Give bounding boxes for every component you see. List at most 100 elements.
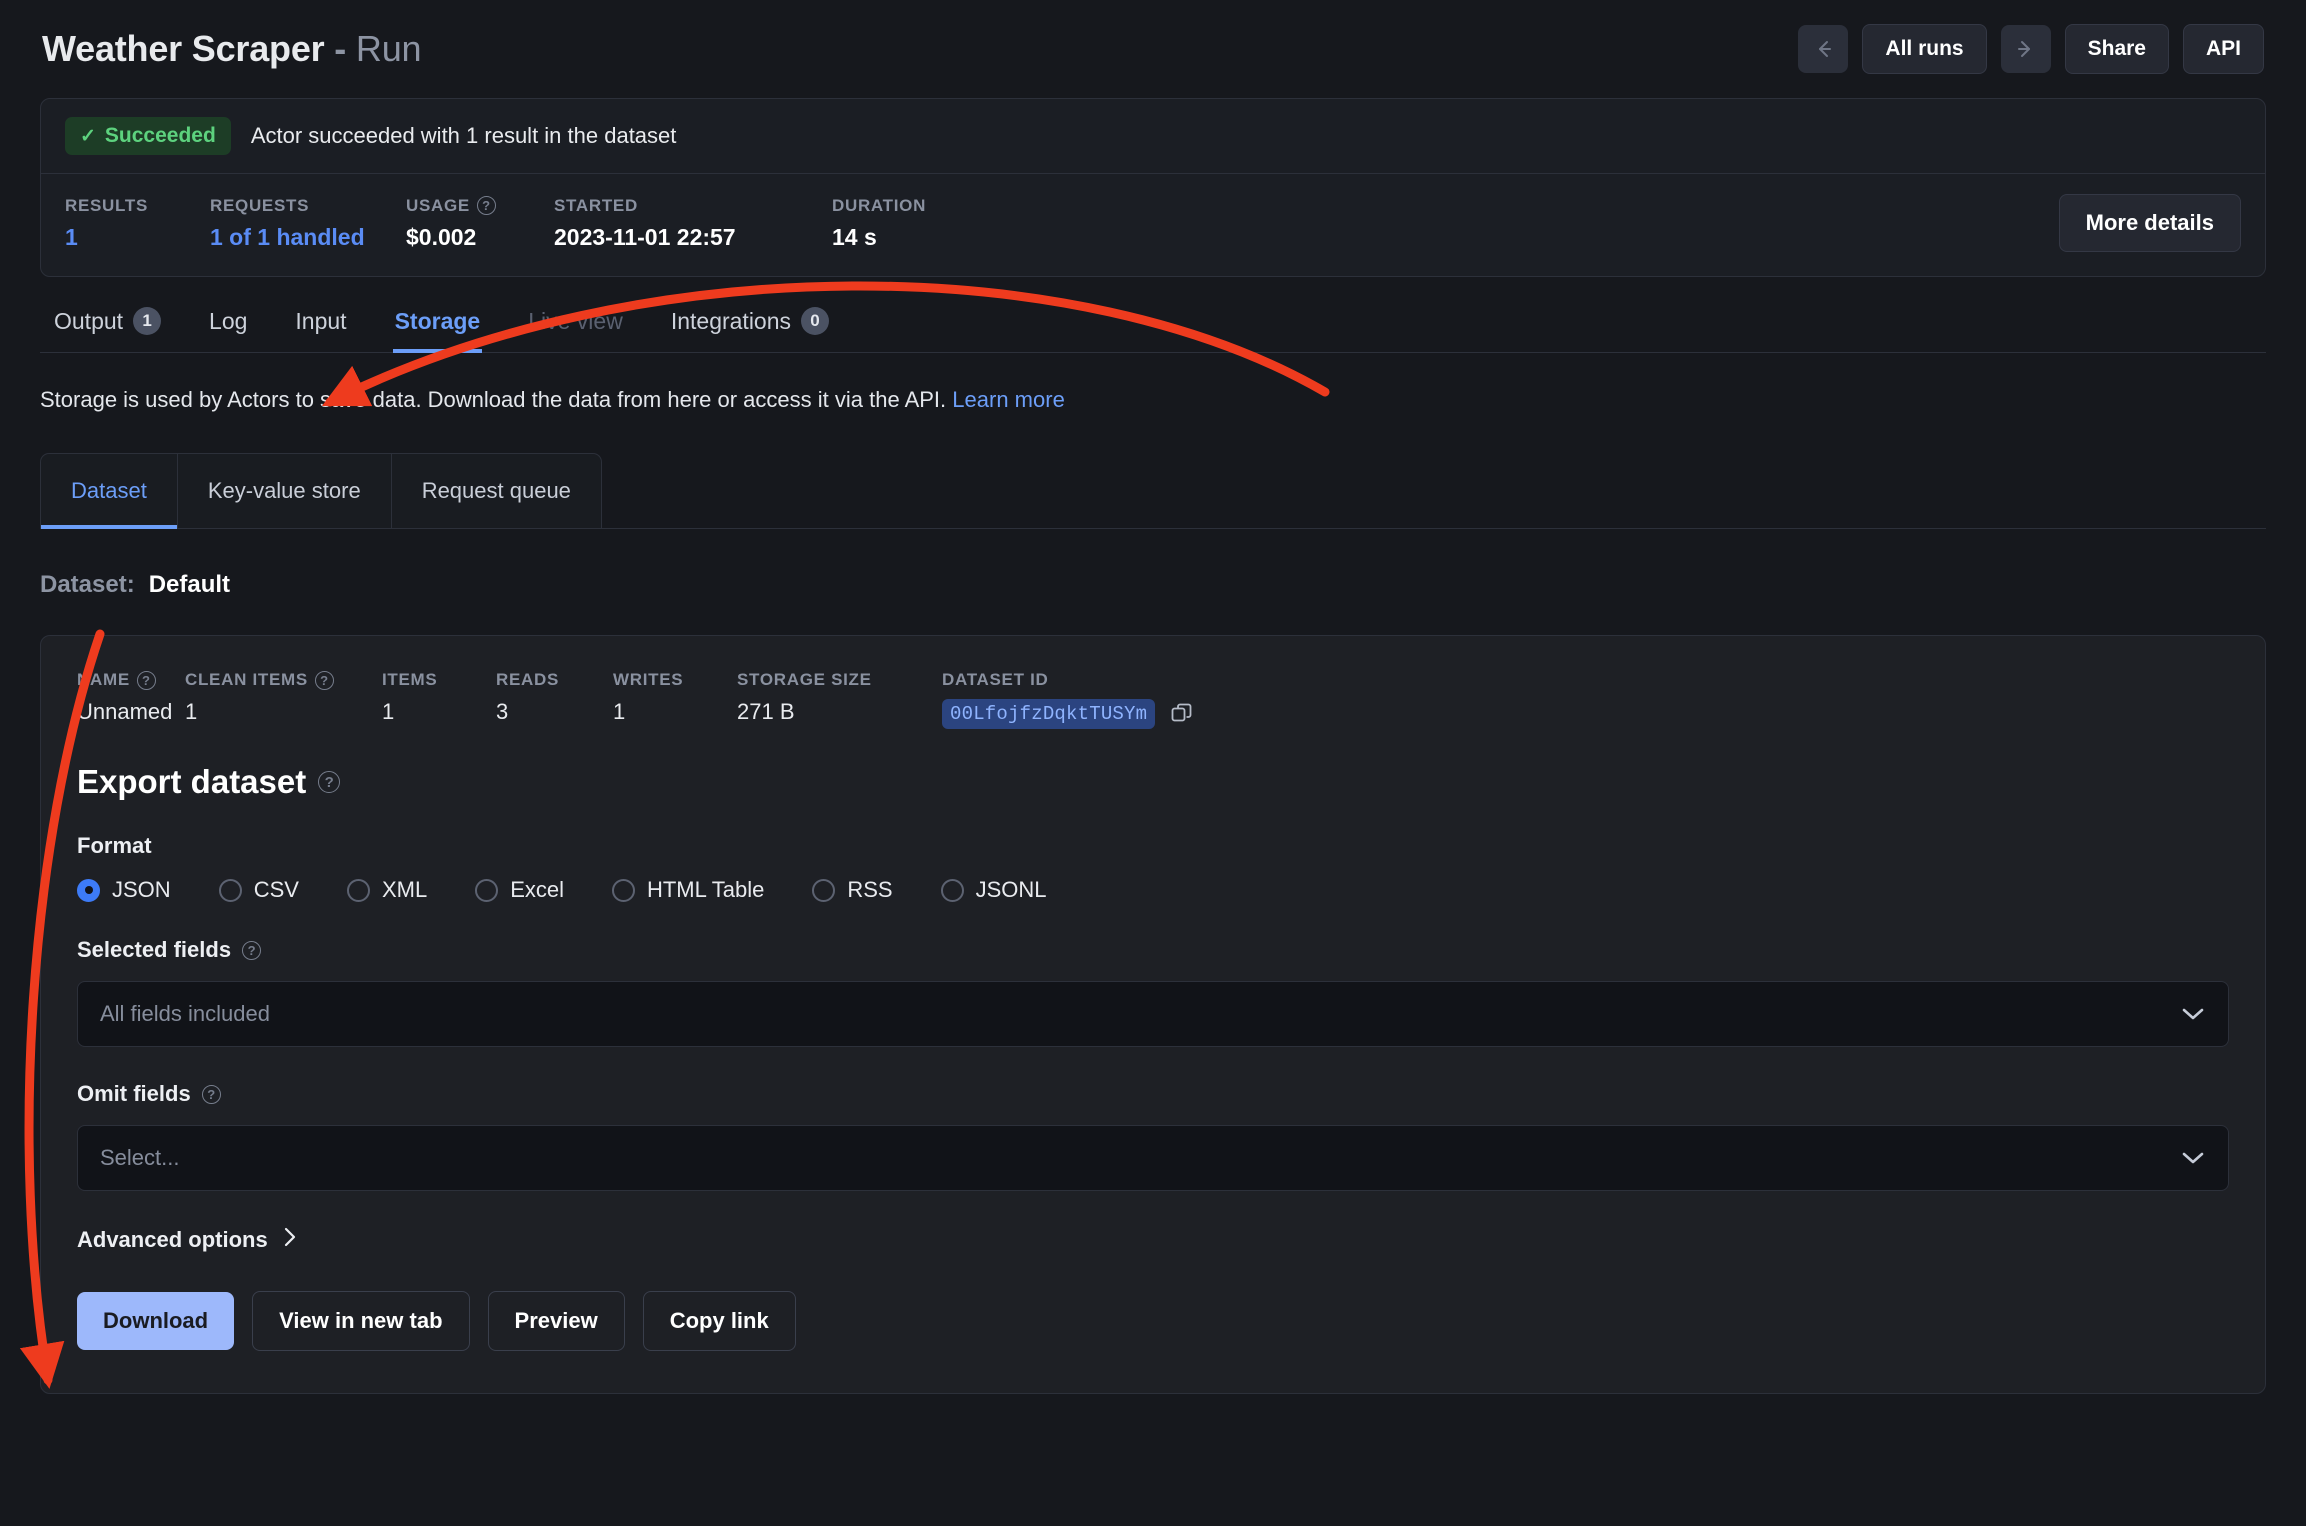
format-option-xml[interactable]: XML	[347, 877, 427, 903]
chevron-down-icon	[2180, 1006, 2206, 1022]
storage-description-text: Storage is used by Actors to save data. …	[40, 387, 946, 412]
selected-fields-label-text: Selected fields	[77, 937, 231, 963]
dataset-id-chip[interactable]: 00LfojfzDqktTUSYm	[942, 699, 1155, 729]
stat-usage-label: USAGE ?	[406, 196, 554, 216]
omit-fields-label: Omit fields ?	[77, 1081, 2229, 1107]
previous-run-button[interactable]	[1798, 25, 1848, 73]
meta-dataset-id-label: DATASET ID	[942, 670, 1195, 690]
format-radio-group: JSON CSV XML Excel HTML Table RSS	[77, 877, 2229, 903]
help-icon[interactable]: ?	[202, 1085, 221, 1104]
meta-writes-label: WRITES	[613, 670, 737, 690]
export-actions: Download View in new tab Preview Copy li…	[77, 1291, 2229, 1351]
selected-fields-select[interactable]: All fields included	[77, 981, 2229, 1047]
stat-results-value[interactable]: 1	[65, 224, 210, 251]
omit-fields-value: Select...	[100, 1145, 2180, 1171]
tab-integrations[interactable]: Integrations 0	[669, 307, 831, 353]
format-option-json-label: JSON	[112, 877, 171, 903]
dataset-name: Default	[149, 571, 230, 599]
subtab-request-queue[interactable]: Request queue	[392, 453, 602, 528]
download-button[interactable]: Download	[77, 1292, 234, 1350]
radio-icon	[347, 879, 370, 902]
dataset-label: Dataset:	[40, 571, 135, 599]
copy-icon[interactable]	[1169, 701, 1195, 727]
stat-requests: REQUESTS 1 of 1 handled	[210, 196, 406, 251]
export-dataset-title: Export dataset ?	[77, 763, 2229, 801]
subtab-dataset[interactable]: Dataset	[40, 453, 178, 528]
run-detail-page: Weather Scraper - Run All runs Share API	[0, 0, 2306, 1526]
more-details-wrap: More details	[2059, 194, 2241, 252]
dataset-breadcrumb: Dataset: Default	[40, 571, 2266, 599]
tab-output[interactable]: Output 1	[52, 307, 163, 353]
export-dataset-title-text: Export dataset	[77, 763, 306, 801]
format-option-rss-label: RSS	[847, 877, 892, 903]
help-icon[interactable]: ?	[137, 671, 156, 690]
tab-integrations-badge: 0	[801, 307, 829, 335]
tab-integrations-label: Integrations	[671, 308, 791, 335]
tab-storage-label: Storage	[395, 308, 481, 335]
page-title-sub: Run	[356, 28, 421, 69]
check-icon: ✓	[80, 125, 96, 148]
meta-clean-items-label-text: CLEAN ITEMS	[185, 670, 308, 690]
stat-duration-label: DURATION	[832, 196, 926, 216]
stat-usage-label-text: USAGE	[406, 196, 470, 216]
format-option-html-table[interactable]: HTML Table	[612, 877, 764, 903]
format-option-excel[interactable]: Excel	[475, 877, 564, 903]
format-option-csv[interactable]: CSV	[219, 877, 299, 903]
omit-fields-select[interactable]: Select...	[77, 1125, 2229, 1191]
page-header: Weather Scraper - Run All runs Share API	[40, 0, 2266, 98]
header-actions: All runs Share API	[1798, 24, 2264, 74]
stat-results: RESULTS 1	[65, 196, 210, 251]
radio-icon	[612, 879, 635, 902]
status-badge: ✓ Succeeded	[65, 117, 231, 155]
next-run-button[interactable]	[2001, 25, 2051, 73]
api-button[interactable]: API	[2183, 24, 2264, 74]
format-option-rss[interactable]: RSS	[812, 877, 892, 903]
format-option-excel-label: Excel	[510, 877, 564, 903]
arrow-right-icon	[2013, 38, 2039, 60]
status-badge-label: Succeeded	[105, 124, 216, 148]
format-option-json[interactable]: JSON	[77, 877, 171, 903]
help-icon[interactable]: ?	[318, 771, 340, 793]
meta-name-value: Unnamed	[77, 699, 185, 725]
tab-log[interactable]: Log	[207, 308, 249, 353]
meta-storage-size: STORAGE SIZE 271 B	[737, 670, 942, 729]
share-button[interactable]: Share	[2065, 24, 2169, 74]
tab-input[interactable]: Input	[293, 308, 348, 353]
view-in-new-tab-button[interactable]: View in new tab	[252, 1291, 469, 1351]
meta-name-label-text: NAME	[77, 670, 130, 690]
all-runs-button[interactable]: All runs	[1862, 24, 1986, 74]
preview-button[interactable]: Preview	[488, 1291, 625, 1351]
tab-live-view[interactable]: Live view	[526, 308, 625, 353]
meta-dataset-id: DATASET ID 00LfojfzDqktTUSYm	[942, 670, 1195, 729]
help-icon[interactable]: ?	[242, 941, 261, 960]
page-title: Weather Scraper - Run	[42, 28, 421, 70]
meta-storage-size-label: STORAGE SIZE	[737, 670, 942, 690]
meta-writes-value: 1	[613, 699, 737, 725]
arrow-left-icon	[1810, 38, 1836, 60]
help-icon[interactable]: ?	[315, 671, 334, 690]
radio-icon	[475, 879, 498, 902]
radio-icon	[77, 879, 100, 902]
stat-duration: DURATION 14 s	[832, 196, 926, 251]
learn-more-link[interactable]: Learn more	[952, 387, 1065, 412]
meta-items-value: 1	[382, 699, 496, 725]
more-details-button[interactable]: More details	[2059, 194, 2241, 252]
meta-name-label: NAME ?	[77, 670, 185, 690]
stat-requests-value[interactable]: 1 of 1 handled	[210, 224, 406, 251]
radio-icon	[812, 879, 835, 902]
run-status-card: ✓ Succeeded Actor succeeded with 1 resul…	[40, 98, 2266, 277]
page-title-main: Weather Scraper	[42, 28, 324, 69]
meta-reads-value: 3	[496, 699, 613, 725]
meta-items: ITEMS 1	[382, 670, 496, 729]
format-option-xml-label: XML	[382, 877, 427, 903]
subtab-key-value-store[interactable]: Key-value store	[178, 453, 392, 528]
tab-storage[interactable]: Storage	[393, 308, 483, 353]
copy-link-button[interactable]: Copy link	[643, 1291, 796, 1351]
advanced-options-toggle[interactable]: Advanced options	[77, 1225, 2229, 1255]
meta-storage-size-value: 271 B	[737, 699, 942, 725]
format-label: Format	[77, 833, 2229, 859]
stat-usage-value: $0.002	[406, 224, 554, 251]
format-option-jsonl[interactable]: JSONL	[941, 877, 1047, 903]
stat-started-value: 2023-11-01 22:57	[554, 224, 832, 251]
help-icon[interactable]: ?	[477, 196, 496, 215]
